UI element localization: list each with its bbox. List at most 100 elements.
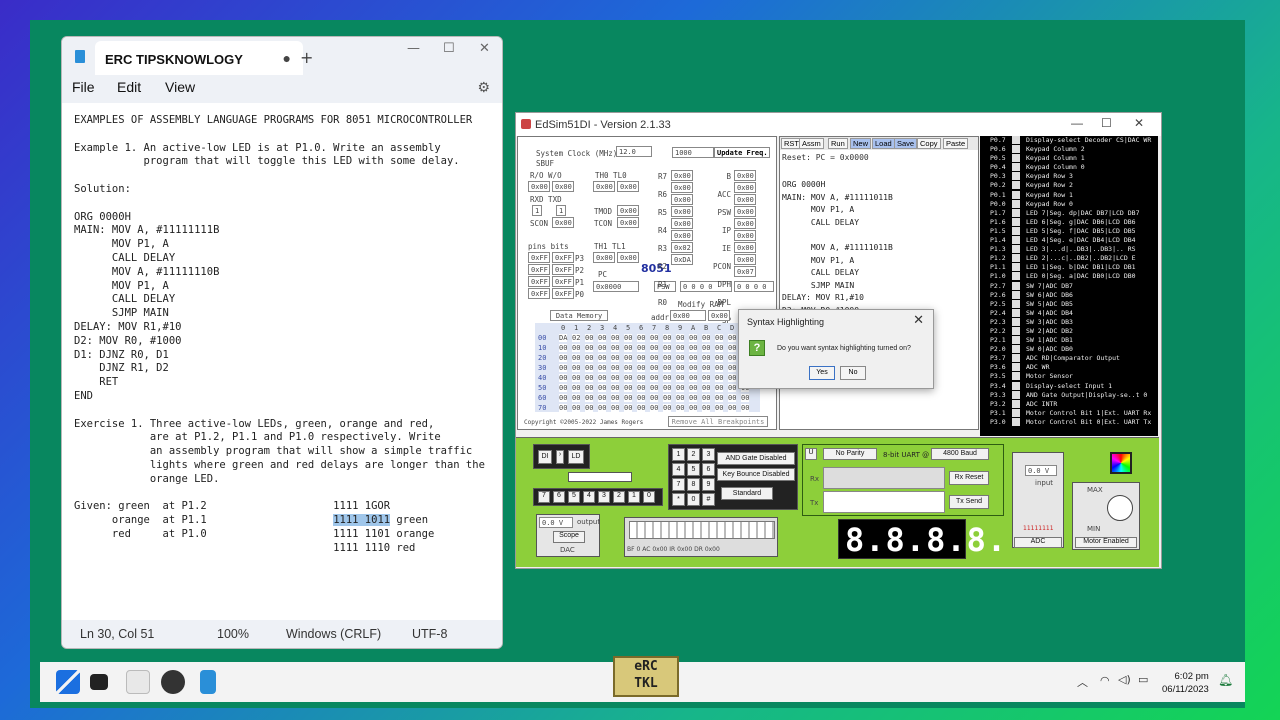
mem-cell[interactable]: 00 xyxy=(663,334,672,342)
close-icon[interactable]: ✕ xyxy=(479,41,490,56)
mem-cell[interactable]: 00 xyxy=(689,374,698,382)
switch-5[interactable]: 5 xyxy=(568,491,580,503)
data-memory-grid[interactable]: 0123456789ABCDE00DA020000000000000000000… xyxy=(535,323,760,412)
mem-cell[interactable]: 00 xyxy=(585,374,594,382)
mem-cell[interactable]: 00 xyxy=(741,404,750,412)
volume-icon[interactable]: ◁) xyxy=(1118,673,1131,686)
notepad-tab[interactable]: ERC TIPSKNOWLOGY ● xyxy=(95,41,303,75)
ie-reg[interactable]: 0x00 xyxy=(734,218,756,229)
mem-cell[interactable]: 00 xyxy=(728,394,737,402)
mem-cell[interactable]: 00 xyxy=(676,354,685,362)
mem-cell[interactable]: 00 xyxy=(728,374,737,382)
mem-cell[interactable]: 00 xyxy=(728,404,737,412)
switch-1[interactable]: 1 xyxy=(628,491,640,503)
mem-cell[interactable]: 00 xyxy=(572,354,581,362)
r1[interactable]: 0x02 xyxy=(671,242,693,253)
mem-cell[interactable]: 00 xyxy=(715,374,724,382)
mem-cell[interactable]: 00 xyxy=(715,354,724,362)
pin-toggle[interactable] xyxy=(1012,345,1020,354)
mem-cell[interactable]: 00 xyxy=(715,384,724,392)
mem-cell[interactable]: 00 xyxy=(663,384,672,392)
mem-cell[interactable]: 00 xyxy=(663,374,672,382)
mem-cell[interactable]: 00 xyxy=(728,354,737,362)
remove-breakpoints-button[interactable]: Remove All Breakpoints xyxy=(668,416,768,427)
mem-cell[interactable]: 00 xyxy=(624,384,633,392)
notification-bell-icon[interactable]: 🔔︎ xyxy=(1218,673,1233,687)
pin-toggle[interactable] xyxy=(1012,145,1020,154)
system-clock-field[interactable]: 12.0 xyxy=(616,146,652,157)
mem-cell[interactable]: 00 xyxy=(637,364,646,372)
mem-cell[interactable]: 00 xyxy=(689,384,698,392)
mem-cell[interactable]: 00 xyxy=(650,334,659,342)
mem-cell[interactable]: 00 xyxy=(689,364,698,372)
mem-cell[interactable]: 00 xyxy=(650,344,659,352)
battery-icon[interactable]: ▭ xyxy=(1138,673,1148,686)
mem-cell[interactable]: 00 xyxy=(624,394,633,402)
pin-toggle[interactable] xyxy=(1012,245,1020,254)
mem-cell[interactable]: 00 xyxy=(598,344,607,352)
mem-cell[interactable]: 00 xyxy=(585,354,594,362)
mem-cell[interactable]: 00 xyxy=(598,404,607,412)
pin-toggle[interactable] xyxy=(1012,163,1020,172)
pcon-reg[interactable]: 0x00 xyxy=(734,230,756,241)
r0[interactable]: 0xDA xyxy=(671,254,693,265)
windows-start-icon[interactable] xyxy=(56,670,80,694)
pin-toggle[interactable] xyxy=(1012,263,1020,272)
sbuf-wo[interactable]: 0x00 xyxy=(552,181,574,192)
motor-enabled-button[interactable]: Motor Enabled xyxy=(1075,537,1137,548)
update-freq-select[interactable]: 1000 xyxy=(672,147,714,158)
keypad-key[interactable]: 9 xyxy=(702,478,715,491)
mem-cell[interactable]: 00 xyxy=(650,364,659,372)
pin-toggle[interactable] xyxy=(1012,354,1020,363)
mem-cell[interactable]: 00 xyxy=(585,404,594,412)
mem-cell[interactable]: 00 xyxy=(728,364,737,372)
and-gate-button[interactable]: AND Gate Disabled xyxy=(717,452,795,465)
mem-cell[interactable]: 00 xyxy=(663,344,672,352)
settings-gear-icon[interactable]: ⚙ xyxy=(477,79,490,96)
mem-cell[interactable]: 00 xyxy=(624,344,633,352)
pin-toggle[interactable] xyxy=(1012,199,1020,208)
mem-cell[interactable]: 00 xyxy=(728,334,737,342)
mem-cell[interactable]: 00 xyxy=(715,364,724,372)
mem-cell[interactable]: 00 xyxy=(702,354,711,362)
mem-cell[interactable]: 00 xyxy=(585,384,594,392)
mem-cell[interactable]: 00 xyxy=(650,394,659,402)
acc-reg[interactable]: 0x00 xyxy=(734,182,756,193)
tcon-field[interactable]: 0x00 xyxy=(617,217,639,228)
tx-send-button[interactable]: Tx Send xyxy=(949,495,989,509)
th1-field[interactable]: 0x00 xyxy=(593,252,615,263)
mem-cell[interactable]: 00 xyxy=(611,374,620,382)
mem-cell[interactable]: 00 xyxy=(585,344,594,352)
mem-cell[interactable]: 00 xyxy=(650,374,659,382)
menu-file[interactable]: File xyxy=(72,79,95,95)
mem-cell[interactable]: 00 xyxy=(598,374,607,382)
mem-cell[interactable]: 00 xyxy=(741,394,750,402)
data-memory-button[interactable]: Data Memory xyxy=(550,310,608,321)
pin-toggle[interactable] xyxy=(1012,308,1020,317)
p0-bits[interactable]: 0xFF xyxy=(552,288,574,299)
mem-cell[interactable]: 00 xyxy=(611,354,620,362)
addr-field[interactable]: 0x00 xyxy=(670,310,706,321)
mem-cell[interactable]: 00 xyxy=(728,344,737,352)
mem-cell[interactable]: 00 xyxy=(650,404,659,412)
r2[interactable]: 0x00 xyxy=(671,230,693,241)
mem-cell[interactable]: 00 xyxy=(572,364,581,372)
mem-cell[interactable]: 00 xyxy=(585,364,594,372)
mem-cell[interactable]: 00 xyxy=(676,334,685,342)
mem-cell[interactable]: 00 xyxy=(559,374,568,382)
pin-toggle[interactable] xyxy=(1012,208,1020,217)
standard-select[interactable]: Standard xyxy=(721,487,773,500)
pin-toggle[interactable] xyxy=(1012,408,1020,417)
p3-pins[interactable]: 0xFF xyxy=(528,252,550,263)
ip-reg[interactable]: 0x00 xyxy=(734,206,756,217)
r3[interactable]: 0x00 xyxy=(671,218,693,229)
mem-cell[interactable]: 00 xyxy=(611,364,620,372)
pc-field[interactable]: 0x0000 xyxy=(593,281,639,292)
pin-toggle[interactable] xyxy=(1012,363,1020,372)
keypad-key[interactable]: 3 xyxy=(702,448,715,461)
switch-6[interactable]: 6 xyxy=(553,491,565,503)
adc-button[interactable]: ADC xyxy=(1014,537,1062,548)
p0-pins[interactable]: 0xFF xyxy=(528,288,550,299)
uart-toggle[interactable]: U xyxy=(805,448,817,460)
mem-cell[interactable]: 00 xyxy=(624,404,633,412)
